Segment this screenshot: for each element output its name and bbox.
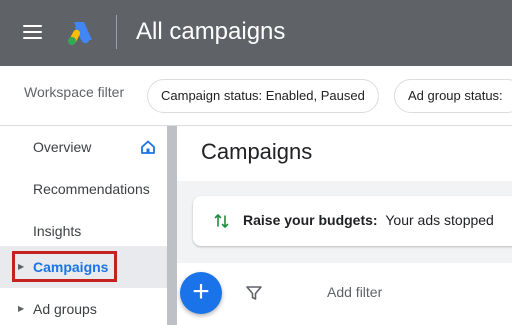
campaigns-heading: Campaigns: [201, 139, 313, 164]
sidebar-item-label: Recommendations: [33, 181, 150, 197]
notice-bold-text: Raise your budgets:: [243, 212, 378, 228]
sidebar-item-label: Insights: [33, 223, 82, 239]
add-filter-button[interactable]: Add filter: [327, 284, 382, 300]
filter-icon[interactable]: [245, 284, 263, 302]
ad-group-status-filter-chip[interactable]: Ad group status:: [394, 79, 512, 113]
sidebar-item-label: Overview: [33, 139, 92, 155]
home-icon: [141, 140, 155, 154]
sidebar-item-overview[interactable]: Overview: [0, 126, 167, 168]
sidebar-item-ad-groups[interactable]: ▶ Ad groups: [0, 288, 167, 325]
caret-right-icon: ▶: [18, 304, 25, 313]
table-toolbar: + Add filter: [177, 263, 512, 325]
sidebar-scrollbar[interactable]: [167, 126, 177, 325]
campaigns-highlight-box: [12, 251, 117, 282]
header-divider: [116, 15, 117, 49]
main-content: Campaigns Raise your budgets: Your ads s…: [177, 126, 512, 325]
campaign-status-filter-chip[interactable]: Campaign status: Enabled, Paused: [147, 79, 379, 113]
notice-body-text: Your ads stopped: [385, 212, 494, 228]
google-ads-logo[interactable]: [66, 20, 94, 46]
page-header: Campaigns: [177, 126, 512, 181]
budget-notice-text: Raise your budgets: Your ads stopped: [243, 212, 494, 228]
workspace-filter-label: Workspace filter: [24, 84, 125, 100]
page-title: All campaigns: [136, 18, 286, 45]
budget-arrows-icon: [214, 214, 229, 228]
sidebar-nav: Overview Recommendations Insights ▶ Camp…: [0, 126, 167, 325]
sidebar-item-recommendations[interactable]: Recommendations: [0, 168, 167, 210]
add-campaign-button[interactable]: +: [180, 272, 222, 314]
top-app-bar: All campaigns: [0, 0, 512, 66]
budget-notice-card[interactable]: Raise your budgets: Your ads stopped: [193, 196, 512, 246]
workspace-filter-bar: Workspace filter Campaign status: Enable…: [0, 66, 512, 126]
sidebar-item-label: Ad groups: [33, 301, 97, 317]
hamburger-menu-icon[interactable]: [23, 25, 42, 39]
